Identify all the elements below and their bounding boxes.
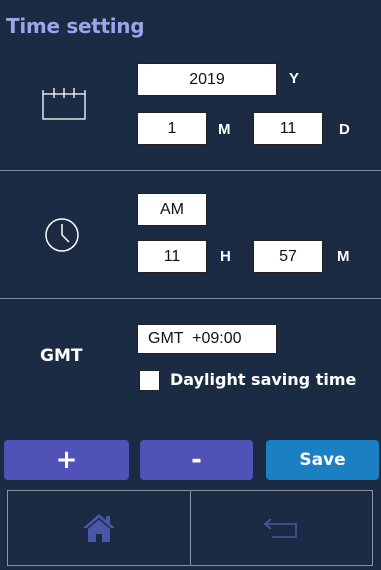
home-icon [82, 514, 115, 542]
section-divider [0, 298, 381, 299]
minute-unit-label: M [337, 248, 350, 265]
year-input[interactable]: 2019 [137, 63, 277, 96]
bottom-nav [7, 490, 373, 566]
daylight-saving-checkbox[interactable] [139, 370, 160, 391]
save-button[interactable]: Save [266, 440, 379, 480]
day-input[interactable]: 11 [253, 112, 323, 145]
section-divider [0, 170, 381, 171]
decrement-button[interactable]: - [140, 440, 253, 480]
hour-input[interactable]: 11 [137, 240, 207, 273]
day-unit-label: D [339, 121, 350, 138]
hour-unit-label: H [220, 248, 231, 265]
calendar-icon [42, 88, 86, 120]
back-button[interactable] [189, 491, 373, 565]
gmt-input[interactable]: GMT +09:00 [137, 324, 277, 354]
back-arrow-icon [264, 518, 298, 538]
home-button[interactable] [8, 491, 190, 565]
clock-icon [45, 218, 79, 252]
page-title: Time setting [6, 14, 145, 38]
gmt-label: GMT [40, 346, 83, 366]
month-unit-label: M [218, 121, 231, 138]
increment-button[interactable]: + [4, 440, 129, 480]
daylight-saving-label: Daylight saving time [170, 370, 357, 389]
year-unit-label: Y [289, 70, 300, 87]
ampm-input[interactable]: AM [137, 193, 207, 226]
month-input[interactable]: 1 [137, 112, 207, 145]
minute-input[interactable]: 57 [253, 240, 323, 273]
